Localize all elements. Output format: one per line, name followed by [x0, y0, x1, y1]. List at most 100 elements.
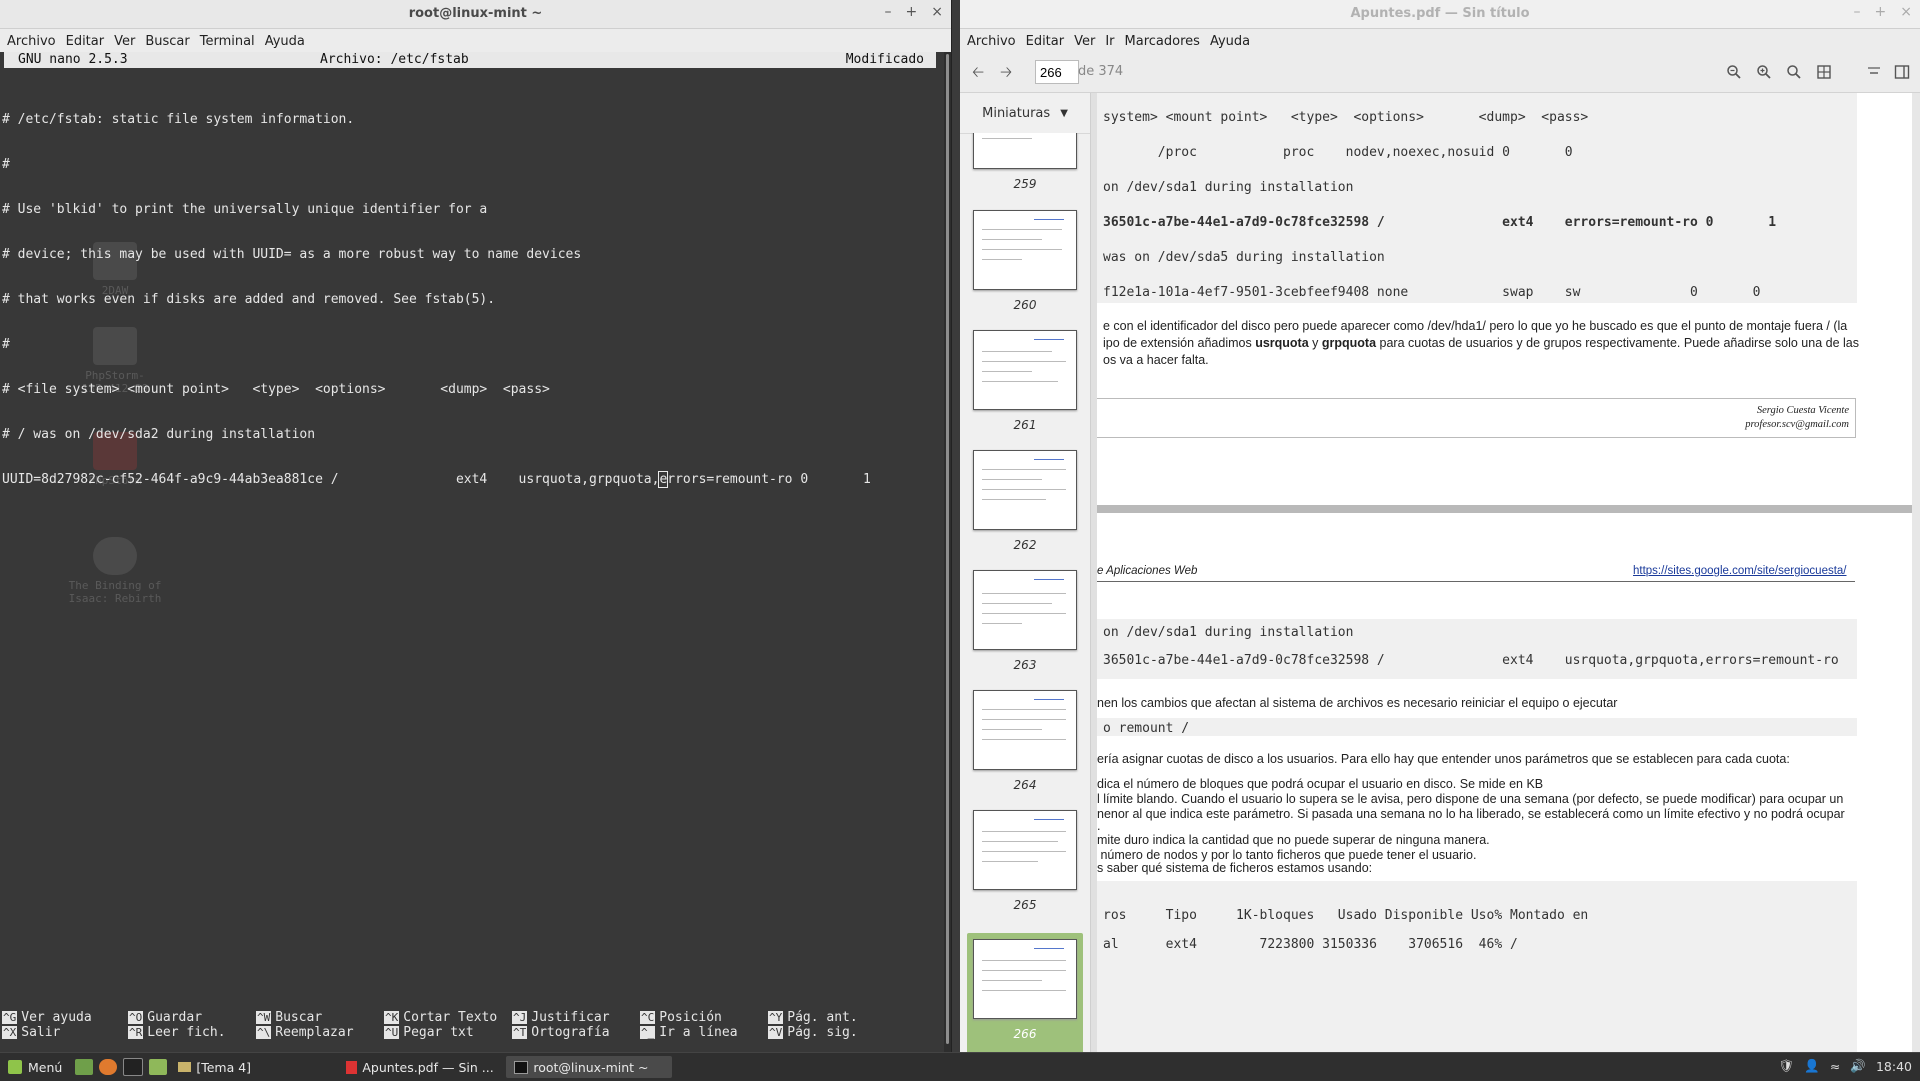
pdf-titlebar[interactable]: Apuntes.pdf — Sin título – + ×	[960, 0, 1920, 29]
code-line: on /dev/sda1 during installation	[1103, 625, 1354, 640]
menu-buscar[interactable]: Buscar	[140, 34, 194, 49]
terminal-icon	[514, 1060, 529, 1074]
sidebar-mode-select[interactable]: Miniaturas ▼	[960, 93, 1090, 134]
paragraph-line: e con el identificador del disco pero pu…	[1103, 319, 1848, 333]
thumbnail-item[interactable]: 263	[967, 570, 1083, 680]
arrow-left-icon[interactable]: 🡠	[972, 62, 984, 87]
terminal-scrollbar[interactable]	[944, 52, 951, 1052]
paragraph-line: nenor al que indica este parámetro. Si p…	[1097, 807, 1845, 821]
menu-marcadores[interactable]: Marcadores	[1120, 34, 1205, 49]
text-line: # Use 'blkid' to print the universally u…	[2, 202, 488, 217]
document-view[interactable]: system> <mount point> <type> <options> <…	[1097, 93, 1920, 1052]
shortcut-label[interactable]: Pág. sig.	[787, 1025, 857, 1040]
nano-status: Modificado	[845, 52, 924, 67]
page-count: de 374	[1078, 64, 1124, 79]
thumbnail-item[interactable]: 261	[967, 330, 1083, 440]
fit-width-icon[interactable]	[1866, 64, 1882, 80]
shortcut-key: ^R	[128, 1026, 144, 1039]
grid-view-icon[interactable]	[1816, 64, 1832, 80]
shortcut-key: ^G	[2, 1011, 18, 1024]
close-button[interactable]: ×	[931, 4, 943, 20]
thumbnail-item[interactable]: 262	[967, 450, 1083, 560]
maximize-button[interactable]: +	[1875, 4, 1887, 20]
shortcut-key: ^U	[384, 1026, 400, 1039]
terminal-body[interactable]: 2DAW PhpStorm- 135.412.29 PhpStorm The B…	[0, 52, 944, 1052]
shortcut-label[interactable]: Pegar txt	[403, 1025, 473, 1040]
wifi-icon[interactable]: ≈	[1830, 1059, 1840, 1074]
terminal-launcher-icon[interactable]	[123, 1058, 144, 1076]
paragraph-line: mite duro indica la cantidad que no pued…	[1097, 833, 1490, 847]
shortcut-label[interactable]: Ortografía	[531, 1025, 609, 1040]
document-scrollbar[interactable]	[1912, 93, 1920, 1052]
menu-ir[interactable]: Ir	[1100, 34, 1119, 49]
taskbar-item-pdf[interactable]: Apuntes.pdf — Sin ...	[338, 1056, 504, 1078]
shortcut-label[interactable]: Salir	[21, 1025, 60, 1040]
maximize-button[interactable]: +	[906, 4, 918, 20]
menu-editar[interactable]: Editar	[61, 34, 110, 49]
pdf-page: e Aplicaciones Web https://sites.google.…	[1097, 513, 1912, 1052]
arrow-right-icon[interactable]: 🡢	[1000, 62, 1012, 87]
paragraph-line: .	[1097, 819, 1101, 833]
terminal-titlebar[interactable]: root@linux-mint ~ – + ×	[0, 0, 951, 29]
page-header-link[interactable]: https://sites.google.com/site/sergiocues…	[1633, 565, 1847, 577]
minimize-button[interactable]: –	[1854, 4, 1861, 20]
firefox-icon[interactable]	[99, 1059, 118, 1075]
shortcut-label[interactable]: Justificar	[531, 1010, 609, 1025]
shortcut-label[interactable]: Ir a línea	[659, 1025, 737, 1040]
shortcut-label[interactable]: Guardar	[147, 1010, 202, 1025]
shortcut-group: ^W Buscar ^\ Reemplazar	[256, 1010, 354, 1040]
taskbar-item-folder[interactable]: [Tema 4]	[170, 1056, 336, 1078]
thumbnail-item[interactable]: 265	[967, 810, 1083, 920]
uuid-line: UUID=8d27982c-cf52-464f-a9c9-44ab3ea881c…	[2, 471, 871, 488]
paragraph-line: os va a hacer falta.	[1103, 353, 1209, 367]
sidebar-toggle-icon[interactable]	[1894, 64, 1910, 80]
menu-editar[interactable]: Editar	[1021, 34, 1070, 49]
shortcut-key: ^W	[256, 1011, 272, 1024]
volume-icon[interactable]: 🔊	[1850, 1058, 1866, 1074]
thumbnail-item[interactable]: 260	[967, 210, 1083, 320]
start-menu-button[interactable]: Menú	[0, 1056, 70, 1078]
shortcut-label[interactable]: Posición	[659, 1010, 722, 1025]
text-line: #	[2, 337, 10, 352]
page-footer-signature: Sergio Cuesta Vicente profesor.scv@gmail…	[1097, 398, 1856, 438]
zoom-out-icon[interactable]	[1726, 64, 1742, 80]
text-line: # / was on /dev/sda2 during installation	[2, 427, 316, 442]
files-icon[interactable]	[149, 1059, 168, 1075]
menu-terminal[interactable]: Terminal	[195, 34, 260, 49]
close-button[interactable]: ×	[1900, 4, 1912, 20]
zoom-in-icon[interactable]	[1756, 64, 1772, 80]
thumbnail-image	[973, 939, 1077, 1019]
page-number-input[interactable]	[1035, 60, 1079, 84]
thumbnail-item[interactable]: 259	[967, 133, 1083, 199]
code-line: /proc proc nodev,noexec,nosuid 0 0	[1103, 145, 1573, 160]
menu-ayuda[interactable]: Ayuda	[1205, 34, 1255, 49]
thumbnail-list[interactable]: 259 260 261 262 263 264 265 266	[960, 133, 1090, 1052]
zoom-fit-icon[interactable]	[1786, 64, 1802, 80]
menu-archivo[interactable]: Archivo	[2, 34, 61, 49]
user-icon[interactable]: 👤	[1804, 1058, 1820, 1074]
shortcut-label[interactable]: Cortar Texto	[403, 1010, 497, 1025]
shortcut-key: ^_	[640, 1026, 656, 1039]
clock[interactable]: 18:40	[1876, 1059, 1912, 1074]
shortcut-label[interactable]: Pág. ant.	[787, 1010, 857, 1025]
menu-ver[interactable]: Ver	[109, 34, 140, 49]
menu-ayuda[interactable]: Ayuda	[260, 34, 310, 49]
shield-icon[interactable]: 🛡	[1778, 1058, 1794, 1074]
shortcut-label[interactable]: Reemplazar	[275, 1025, 353, 1040]
shortcut-label[interactable]: Leer fich.	[147, 1025, 225, 1040]
shortcut-group: ^O Guardar ^R Leer fich.	[128, 1010, 226, 1040]
taskbar-item-terminal[interactable]: root@linux-mint ~	[506, 1056, 673, 1078]
menu-archivo[interactable]: Archivo	[962, 34, 1021, 49]
show-desktop-icon[interactable]	[75, 1059, 94, 1075]
minimize-button[interactable]: –	[885, 4, 892, 20]
scrollbar-thumb[interactable]	[946, 54, 949, 1044]
thumbnail-item-selected[interactable]: 266	[967, 933, 1083, 1052]
code-line: 36501c-a7be-44e1-a7d9-0c78fce32598 / ext…	[1103, 653, 1839, 668]
thumbnail-item[interactable]: 264	[967, 690, 1083, 800]
nano-editor-text[interactable]: # /etc/fstab: static file system informa…	[2, 82, 871, 517]
paragraph-line: l límite blando. Cuando el usuario lo su…	[1097, 792, 1844, 806]
shortcut-label[interactable]: Buscar	[275, 1010, 322, 1025]
shortcut-label[interactable]: Ver ayuda	[21, 1010, 91, 1025]
menu-ver[interactable]: Ver	[1069, 34, 1100, 49]
thumbnail-image	[973, 210, 1077, 290]
